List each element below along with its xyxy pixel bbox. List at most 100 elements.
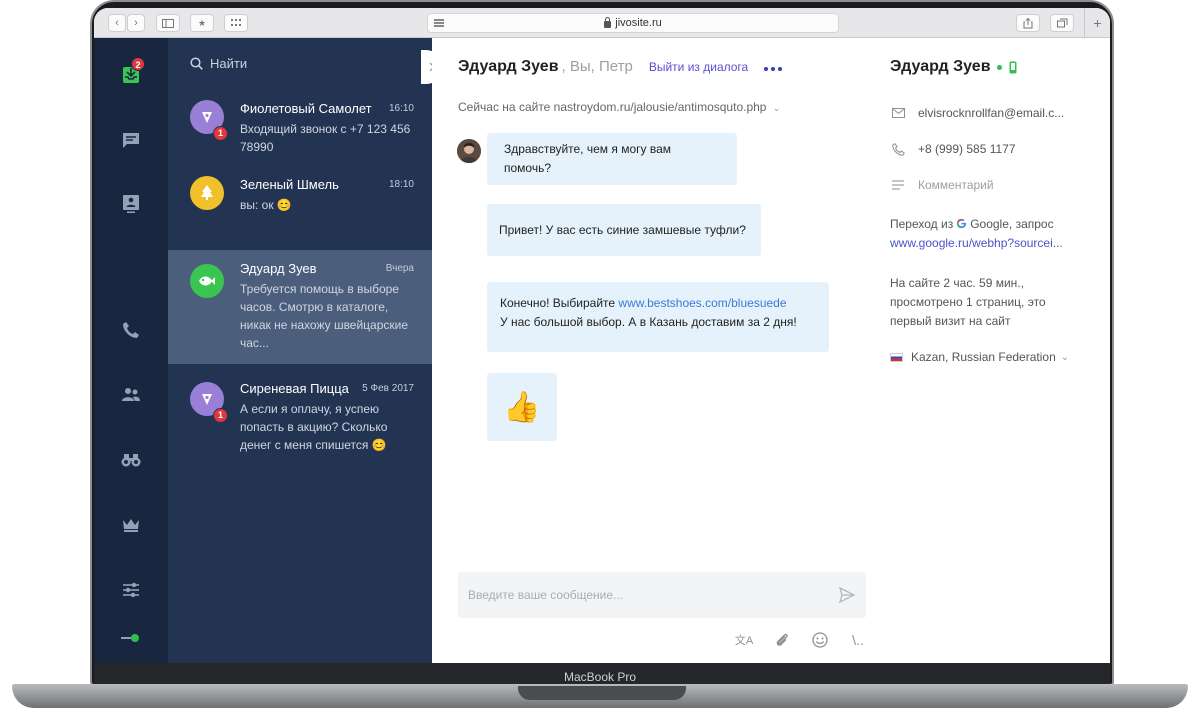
nav-monitoring[interactable] [119, 448, 143, 472]
share-icon [1023, 17, 1033, 28]
chat-time: Вчера [385, 263, 414, 274]
grid-icon [231, 19, 241, 26]
more-icon [764, 67, 769, 71]
conversation-participants: , Вы, Петр [561, 58, 633, 75]
message-composer [458, 572, 866, 618]
share-button[interactable] [1016, 14, 1040, 32]
referral-line: Переход из Google, запрос [890, 215, 1100, 234]
message-input[interactable] [468, 586, 828, 604]
current-page-info[interactable]: Сейчас на сайте nastroydom.ru/jalousie/a… [458, 100, 780, 114]
chevron-right-icon: › [134, 17, 138, 29]
thumbs-up-icon: 👍 [503, 390, 541, 424]
visitor-location-row[interactable]: Kazan, Russian Federation ⌄ [890, 350, 1069, 364]
chat-time: 16:10 [388, 103, 414, 114]
back-button[interactable]: ‹ [108, 14, 126, 32]
nav-chats[interactable] [119, 128, 143, 152]
nav-calls[interactable] [119, 318, 143, 342]
star-icon: ★ [197, 17, 207, 28]
emoji-button[interactable] [810, 630, 830, 650]
translate-button[interactable]: 文A [734, 630, 754, 650]
nav-team[interactable] [119, 383, 143, 407]
search-label: Найти [210, 56, 248, 71]
team-icon [122, 388, 140, 401]
nav-settings[interactable] [119, 578, 143, 602]
nav-contacts[interactable] [119, 192, 143, 216]
nav-inbox[interactable]: 2 [119, 57, 145, 87]
online-dot-icon [996, 64, 1002, 70]
laptop-notch [518, 686, 686, 700]
chat-list-item[interactable]: 1 Сиреневая Пицца 5 Фев 2017 А если я оп… [168, 372, 432, 452]
tabs-button[interactable] [1050, 14, 1074, 32]
visitor-comment-field[interactable]: Комментарий [890, 178, 994, 192]
search-icon [190, 57, 203, 70]
search-button[interactable]: Найти [190, 56, 247, 71]
lock-icon [604, 16, 612, 28]
chat-name: Эдуард Зуев [240, 261, 317, 276]
referral-info: Переход из Google, запрос www.google.ru/w… [890, 215, 1100, 253]
chat-name: Фиолетовый Самолет [240, 101, 372, 116]
pizza-icon [202, 394, 212, 405]
phone-icon [123, 322, 139, 338]
chat-name: Сиреневая Пицца [240, 381, 349, 396]
chat-list-item[interactable]: Зеленый Шмель 18:10 вы: ок 😊 [168, 172, 432, 242]
chat-list-panel: Найти 1 Фиолетовый Самолет 16:10 Входящи… [168, 38, 432, 663]
comment-placeholder: Комментарий [918, 178, 994, 192]
visitor-info-panel: Эдуард Зуев elvisrocknrollfan@email.c...… [866, 38, 1110, 663]
bookmarks-button[interactable]: ★ [190, 14, 214, 32]
attach-button[interactable] [772, 630, 792, 650]
translate-icon: 文A [734, 635, 754, 647]
referral-source: Google, запрос [970, 217, 1054, 231]
online-status-icon [121, 634, 139, 642]
chevron-left-icon: ‹ [115, 17, 119, 29]
message-text: У нас большой выбор. А в Казань доставим… [500, 315, 797, 329]
forward-button[interactable]: › [127, 14, 145, 32]
referral-link[interactable]: www.google.ru/webhp?sourcei... [890, 234, 1100, 253]
browser-toolbar: ‹ › ★ jivosite.ru + [94, 8, 1110, 38]
chat-icon [123, 133, 139, 148]
message-link[interactable]: www.bestshoes.com/bluesuede [618, 296, 786, 310]
chat-list-item[interactable]: 1 Фиолетовый Самолет 16:10 Входящий звон… [168, 94, 432, 164]
leave-dialog-link[interactable]: Выйти из диалога [649, 60, 748, 74]
paperclip-icon [776, 633, 788, 646]
top-sites-button[interactable] [224, 14, 248, 32]
contact-card-icon [123, 195, 139, 213]
visitor-phone-row[interactable]: +8 (999) 585 1177 [890, 142, 1016, 156]
reader-icon[interactable] [434, 19, 444, 27]
chat-time: 18:10 [388, 179, 414, 190]
google-icon [957, 218, 967, 229]
conversation-panel: Эдуард Зуев , Вы, Петр Выйти из диалога … [432, 38, 866, 663]
visitor-email-row[interactable]: elvisrocknrollfan@email.c... [890, 106, 1064, 120]
chat-preview: вы: ок 😊 [240, 198, 292, 212]
message-bubble: Привет! У вас есть синие замшевые туфли? [487, 204, 761, 256]
chat-list-item-active[interactable]: Эдуард Зуев Вчера Требуется помощь в выб… [168, 250, 432, 364]
current-page-text: Сейчас на сайте nastroydom.ru/jalousie/a… [458, 100, 767, 114]
message-text: Здравствуйте, чем я могу вам помочь? [504, 142, 671, 175]
sliders-icon [123, 582, 139, 598]
chat-preview: Требуется помощь в выборе часов. Смотрю … [240, 282, 409, 350]
visitor-phone: +8 (999) 585 1177 [918, 142, 1016, 156]
referral-prefix: Переход из [890, 217, 954, 231]
address-bar[interactable]: jivosite.ru [427, 13, 839, 33]
status-toggle[interactable] [119, 626, 143, 650]
new-tab-button[interactable]: + [1084, 8, 1110, 38]
russia-flag-icon [890, 352, 903, 362]
chat-time: 5 Фев 2017 [362, 383, 414, 394]
inbox-badge: 2 [131, 57, 145, 71]
more-options-button[interactable] [764, 67, 783, 71]
send-icon[interactable] [838, 586, 856, 604]
avatar [190, 176, 224, 210]
comment-lines-icon [890, 180, 906, 190]
quick-replies-button[interactable]: \.. [848, 630, 868, 650]
visit-info: На сайте 2 час. 59 мин., просмотрено 1 с… [890, 276, 1046, 328]
phone-icon [890, 142, 906, 156]
tree-icon [201, 185, 213, 200]
sidebar-icon [162, 18, 174, 28]
sidebar-toggle-button[interactable] [156, 14, 180, 32]
message-bubble: Здравствуйте, чем я могу вам помочь? [487, 133, 737, 185]
agent-photo-icon [457, 139, 481, 163]
unread-badge: 1 [213, 126, 228, 141]
nav-premium[interactable] [119, 513, 143, 537]
avatar [190, 264, 224, 298]
plus-icon: + [1093, 15, 1102, 31]
more-icon-dot [778, 67, 783, 71]
